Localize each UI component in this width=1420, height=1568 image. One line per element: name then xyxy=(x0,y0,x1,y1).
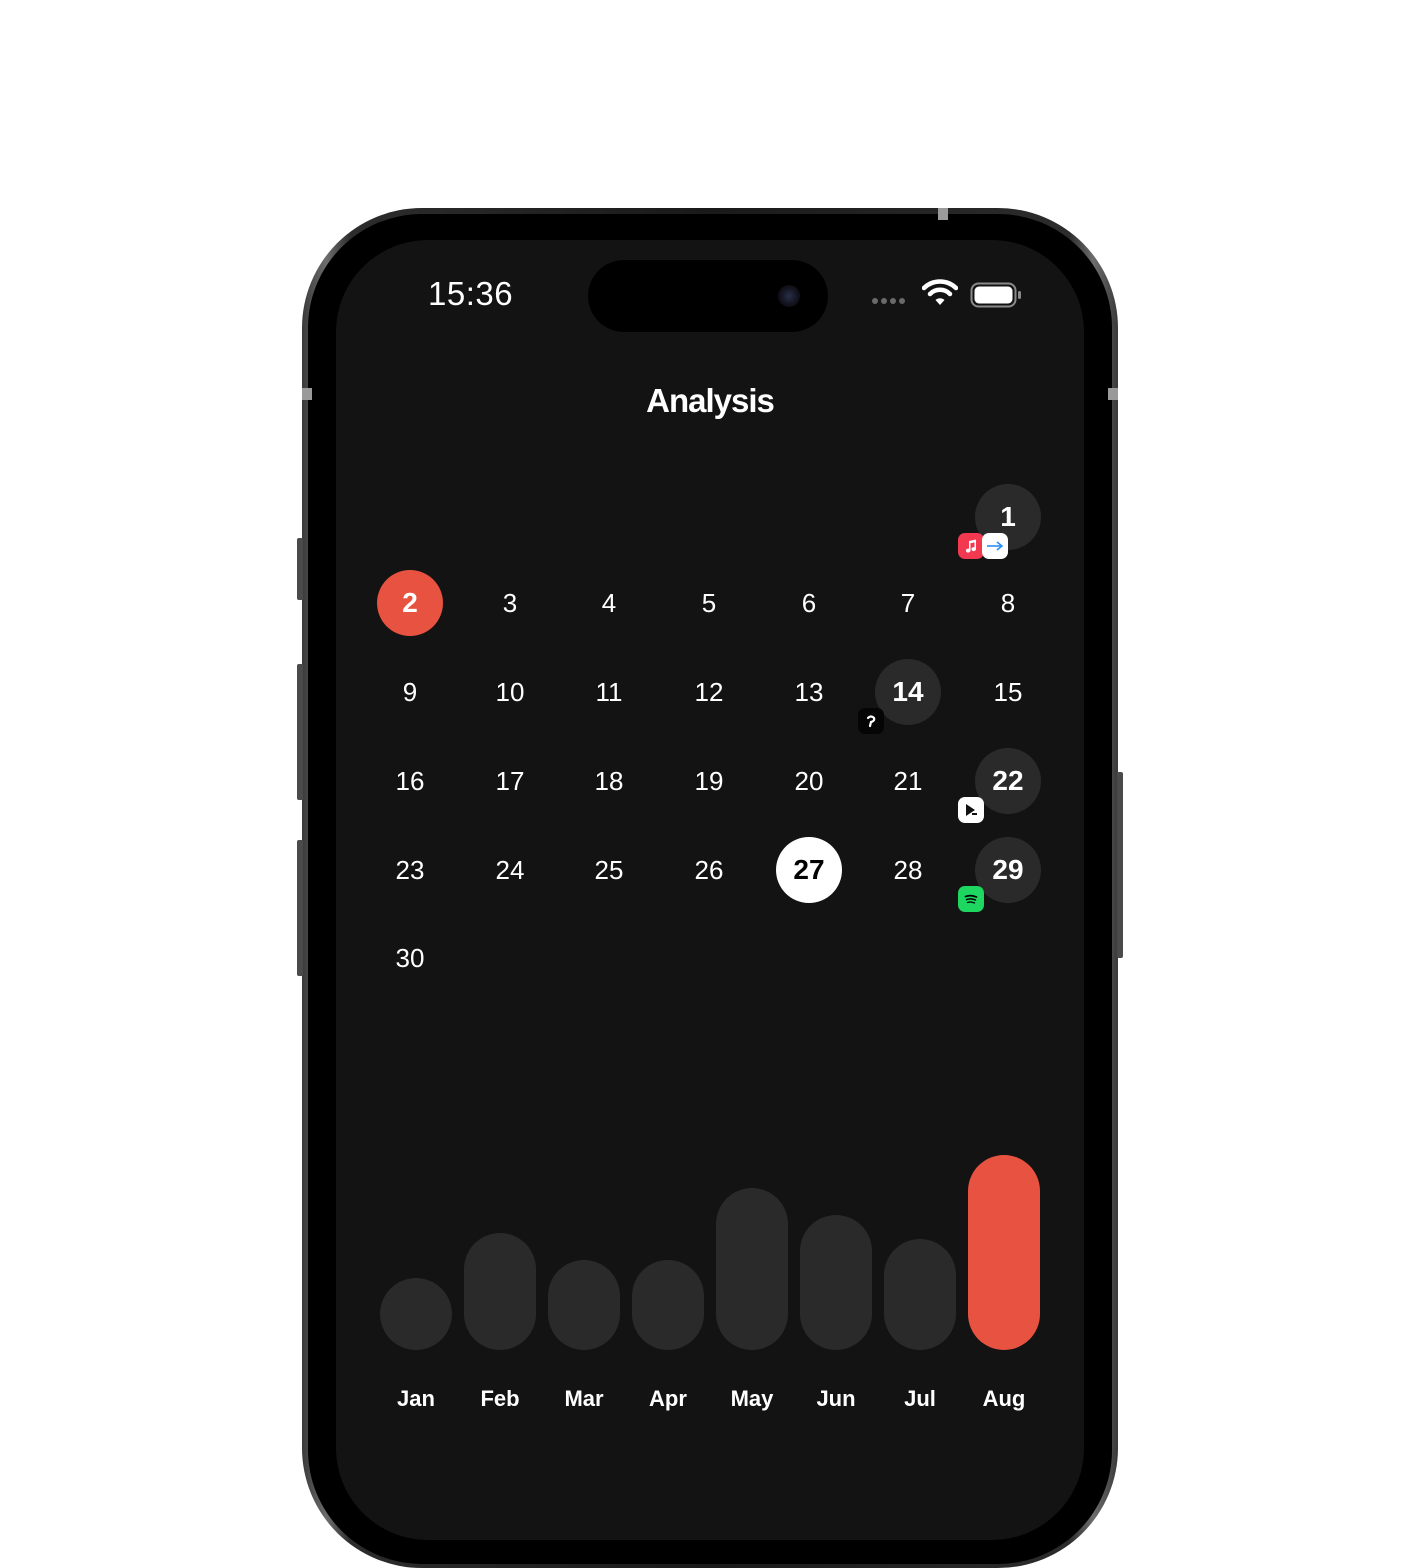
dynamic-island xyxy=(588,260,828,332)
calendar-day-2[interactable]: 2 xyxy=(377,570,443,636)
calendar-day-20[interactable]: 20 xyxy=(776,748,842,814)
front-camera xyxy=(778,285,800,307)
calendar-day-8[interactable]: 8 xyxy=(975,570,1041,636)
antenna-line xyxy=(938,208,948,220)
month-label-jan: Jan xyxy=(397,1386,435,1411)
month-label-mar: Mar xyxy=(564,1386,604,1411)
action-button[interactable] xyxy=(297,538,303,600)
calendar-day-9[interactable]: 9 xyxy=(377,659,443,725)
calendar-day-26[interactable]: 26 xyxy=(676,837,742,903)
calendar-day-17[interactable]: 17 xyxy=(477,748,543,814)
calendar-day-15[interactable]: 15 xyxy=(975,659,1041,725)
calendar-day-18[interactable]: 18 xyxy=(576,748,642,814)
calendar-day-3[interactable]: 3 xyxy=(477,570,543,636)
calendar-day-24[interactable]: 24 xyxy=(477,837,543,903)
page-title: Analysis xyxy=(646,382,775,419)
month-bar-aug[interactable] xyxy=(968,1155,1040,1350)
calendar-day-14[interactable]: 14 xyxy=(875,659,941,725)
month-label-jun: Jun xyxy=(816,1386,856,1411)
calendar-day-6[interactable]: 6 xyxy=(776,570,842,636)
month-bar-may[interactable] xyxy=(716,1188,788,1350)
battery-icon xyxy=(970,282,1021,308)
calendar-day-5[interactable]: 5 xyxy=(676,570,742,636)
month-bar-jul[interactable] xyxy=(884,1238,956,1350)
app-screen: 15:36 Analysis 1 2 3 4 5 6 7 8 9 10 11 12 13 14 15 16 17… xyxy=(336,240,1084,1540)
calendar-day-11[interactable]: 11 xyxy=(576,659,642,725)
month-bar-feb[interactable] xyxy=(464,1233,536,1350)
calendar-day-7[interactable]: 7 xyxy=(875,570,941,636)
month-bar-mar[interactable] xyxy=(548,1260,620,1350)
calendar-day-19[interactable]: 19 xyxy=(676,748,742,814)
calendar-day-21[interactable]: 21 xyxy=(875,748,941,814)
calendar-day-12[interactable]: 12 xyxy=(676,659,742,725)
calendar-day-16[interactable]: 16 xyxy=(377,748,443,814)
calendar-day-13[interactable]: 13 xyxy=(776,659,842,725)
calendar-day-4[interactable]: 4 xyxy=(576,570,642,636)
calendar-day-10[interactable]: 10 xyxy=(477,659,543,725)
month-label-may: May xyxy=(730,1386,774,1411)
calendar-day-28[interactable]: 28 xyxy=(875,837,941,903)
month-bar-apr[interactable] xyxy=(632,1260,704,1350)
calendar-day-23[interactable]: 23 xyxy=(377,837,443,903)
calendar-day-22[interactable]: 22 xyxy=(975,748,1041,814)
volume-down-button[interactable] xyxy=(297,840,303,976)
music-app-icon xyxy=(958,533,984,559)
calendar-day-29[interactable]: 29 xyxy=(975,837,1041,903)
cellular-signal-icon xyxy=(872,298,905,304)
month-bar-jan[interactable] xyxy=(380,1277,452,1350)
month-label-jul: Jul xyxy=(904,1386,936,1411)
antenna-line xyxy=(302,388,312,400)
calendar-day-27[interactable]: 27 xyxy=(776,837,842,903)
power-button[interactable] xyxy=(1117,772,1123,958)
media-player-app-icon xyxy=(958,797,984,823)
wifi-icon xyxy=(922,279,958,305)
status-time: 15:36 xyxy=(428,275,514,312)
month-label-feb: Feb xyxy=(480,1386,520,1411)
antenna-line xyxy=(1108,388,1118,400)
calendar-day-25[interactable]: 25 xyxy=(576,837,642,903)
audio-app-icon xyxy=(858,708,884,734)
share-app-icon xyxy=(982,533,1008,559)
month-label-apr: Apr xyxy=(649,1386,687,1411)
volume-up-button[interactable] xyxy=(297,664,303,800)
month-bar-jun[interactable] xyxy=(800,1215,872,1350)
spotify-app-icon xyxy=(958,886,984,912)
calendar-day-30[interactable]: 30 xyxy=(377,925,443,991)
month-label-aug: Aug xyxy=(982,1386,1026,1411)
